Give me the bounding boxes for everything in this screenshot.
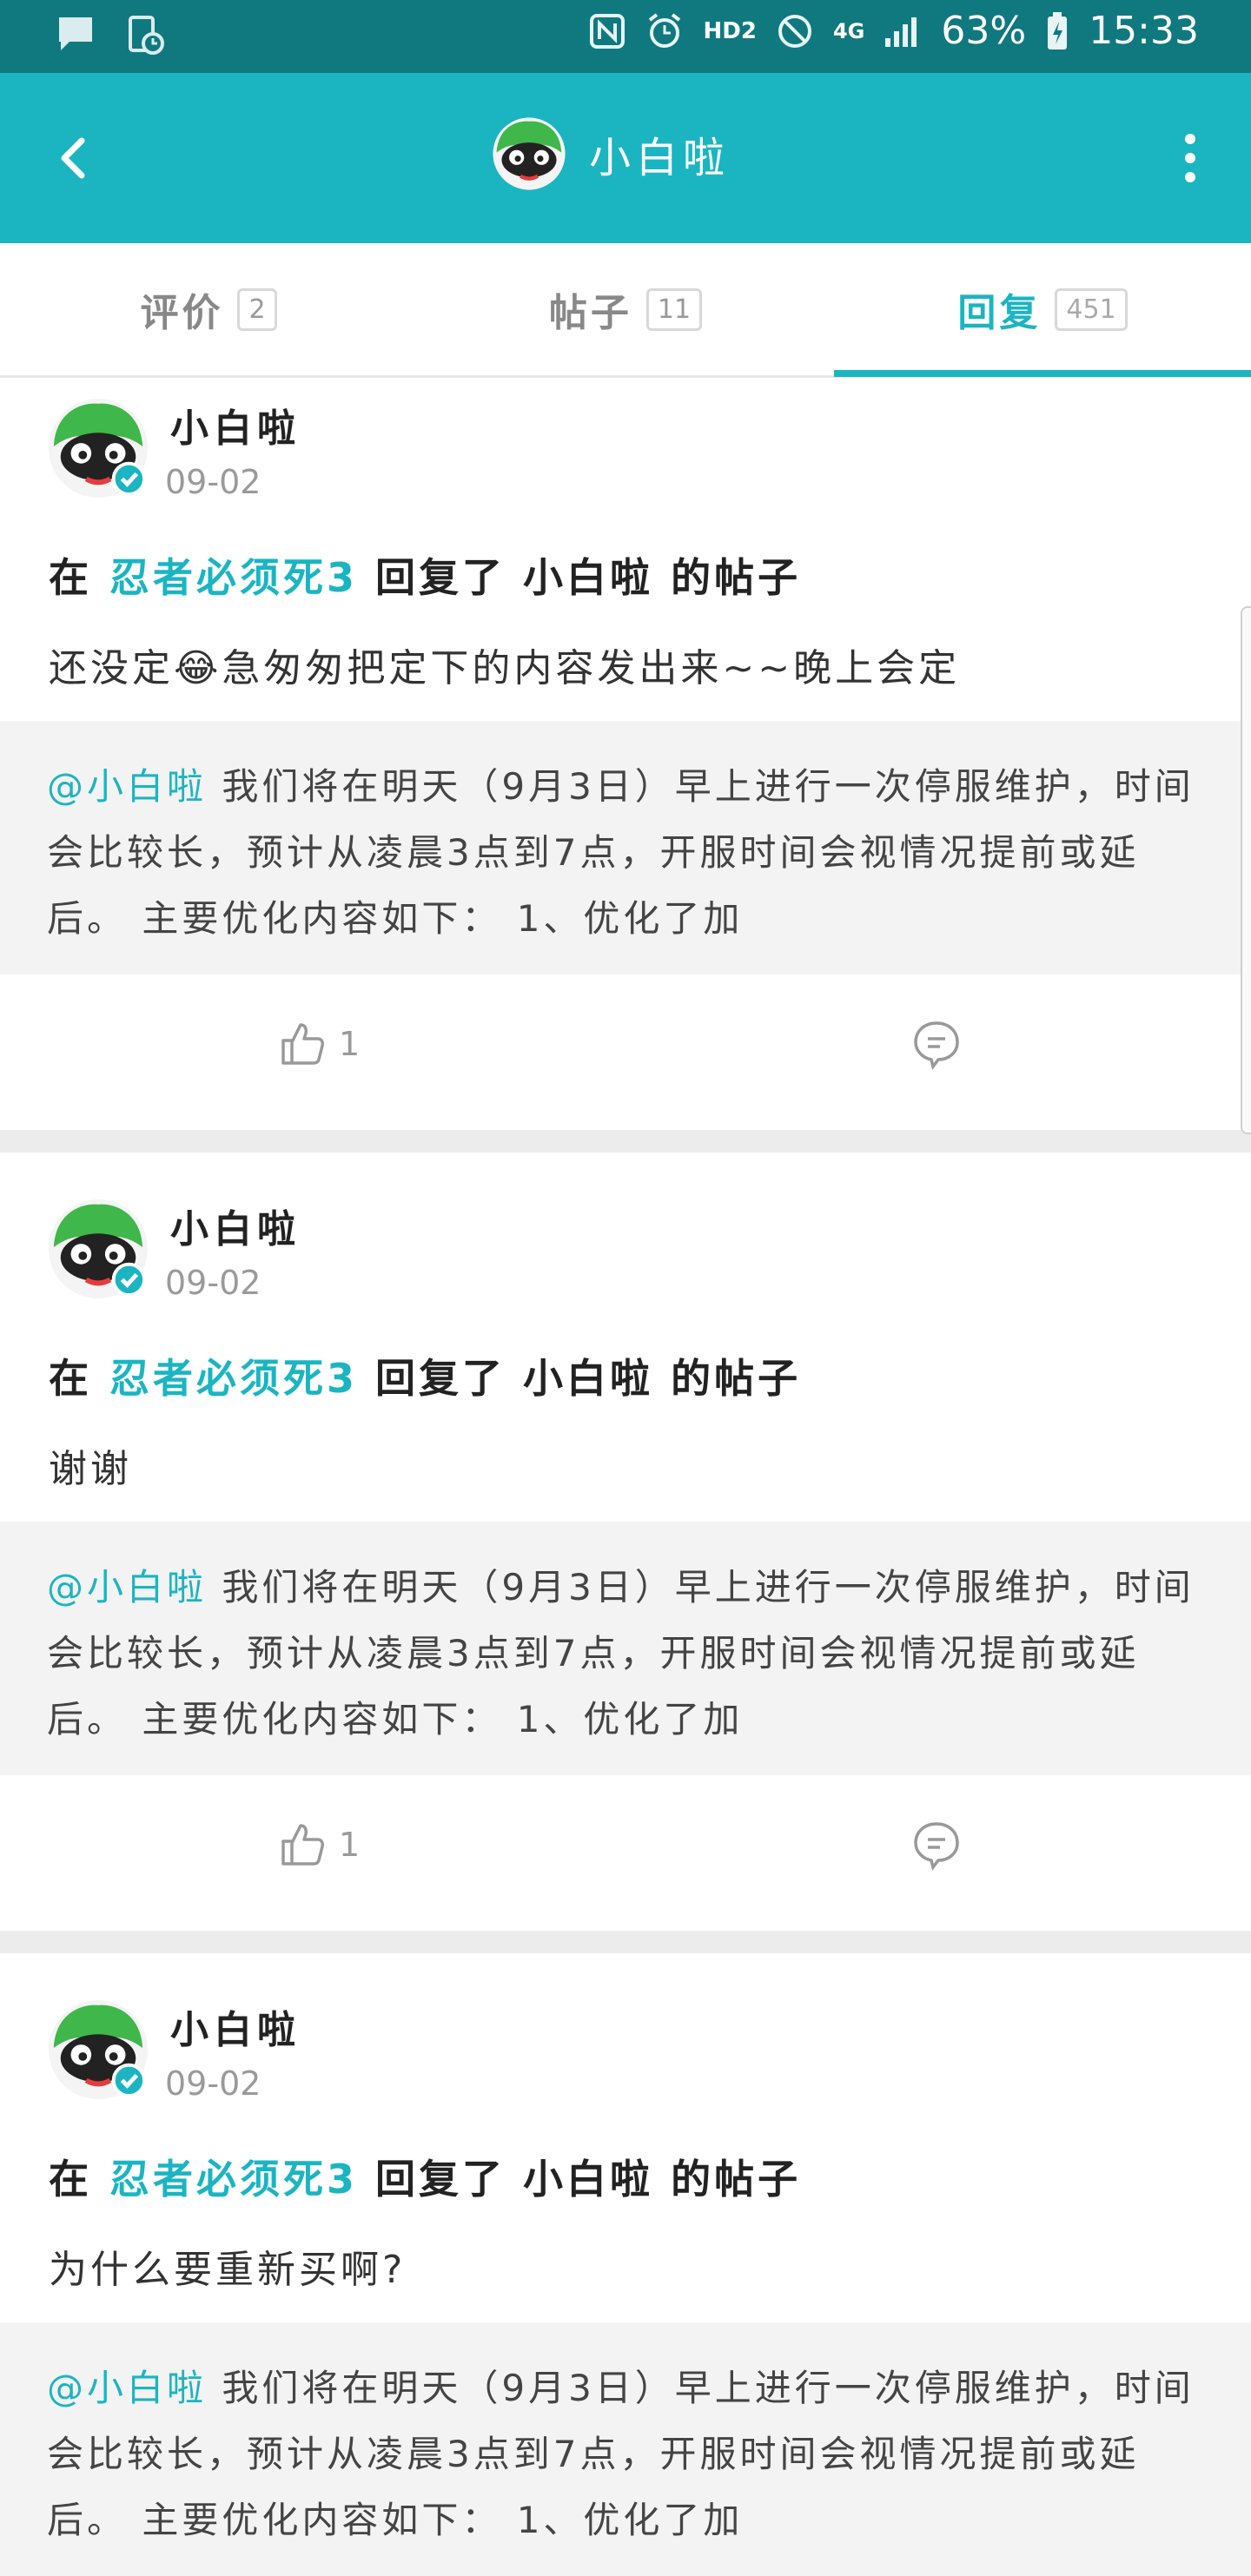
battery-percent: 63% bbox=[941, 9, 1027, 53]
game-link[interactable]: 忍者必须死3 bbox=[109, 1355, 358, 1402]
reply-headline: 在 忍者必须死3 回复了 小白啦 的帖子 bbox=[49, 1347, 801, 1404]
network-type: 4G bbox=[832, 18, 865, 43]
back-arrow-icon[interactable] bbox=[42, 123, 111, 193]
quoted-text: @小白啦 我们将在明天（9月3日）早上进行一次停服维护，时间会比较长，预计从凌晨… bbox=[47, 754, 1202, 952]
card-divider bbox=[0, 1130, 1251, 1153]
user-avatar bbox=[493, 117, 566, 190]
tab-count-badge: 2 bbox=[237, 287, 277, 331]
tab-label: 帖子 bbox=[548, 291, 632, 335]
profile-header: 小白啦 bbox=[492, 116, 730, 191]
headline-suffix: 回复了 小白啦 的帖子 bbox=[375, 1355, 802, 1402]
hd-voice-indicator: HD2 bbox=[703, 17, 757, 44]
quote-body: 我们将在明天（9月3日）早上进行一次停服维护，时间会比较长，预计从凌晨3点到7点… bbox=[47, 765, 1195, 940]
thumbs-up-icon bbox=[281, 1023, 324, 1065]
notification-icons bbox=[56, 14, 165, 56]
quote-body: 我们将在明天（9月3日）早上进行一次停服维护，时间会比较长，预计从凌晨3点到7点… bbox=[47, 1566, 1195, 1740]
tab-bar: 评价 2 帖子 11 回复 451 bbox=[0, 243, 1251, 378]
do-not-disturb-icon bbox=[778, 14, 811, 48]
reply-card[interactable]: 小白啦 09-02 在 忍者必须死3 回复了 小白啦 的帖子 谢谢 @小白啦 我… bbox=[0, 1153, 1251, 1931]
message-notification-icon bbox=[59, 17, 92, 50]
card-divider bbox=[0, 1931, 1251, 1953]
app-bar: 小白啦 bbox=[0, 73, 1251, 243]
like-button[interactable]: 1 bbox=[278, 1820, 360, 1869]
reply-card[interactable]: 小白啦 09-02 在 忍者必须死3 回复了 小白啦 的帖子 为什么要重新买啊?… bbox=[0, 1953, 1251, 2576]
tab-replies[interactable]: 回复 451 bbox=[834, 243, 1251, 375]
like-count: 1 bbox=[339, 1025, 361, 1063]
more-options-icon[interactable] bbox=[1164, 123, 1216, 193]
game-link[interactable]: 忍者必须死3 bbox=[109, 2156, 358, 2203]
clock: 15:33 bbox=[1089, 9, 1199, 53]
mention-link[interactable]: @小白啦 bbox=[47, 765, 207, 808]
quoted-post[interactable]: @小白啦 我们将在明天（9月3日）早上进行一次停服维护，时间会比较长，预计从凌晨… bbox=[0, 721, 1251, 974]
author-name[interactable]: 小白啦 bbox=[170, 1198, 301, 1253]
post-date: 09-02 bbox=[165, 2064, 261, 2103]
quoted-post[interactable]: @小白啦 我们将在明天（9月3日）早上进行一次停服维护，时间会比较长，预计从凌晨… bbox=[0, 2322, 1251, 2576]
battery-charging-icon bbox=[1048, 11, 1068, 50]
page-title: 小白啦 bbox=[589, 134, 731, 182]
scrollbar[interactable] bbox=[1241, 606, 1251, 1134]
reply-content: 还没定😂急匆匆把定下的内容发出来~~晚上会定 bbox=[49, 646, 961, 690]
tab-label: 评价 bbox=[140, 291, 224, 335]
action-bar: 1 bbox=[0, 1775, 1251, 1930]
quoted-text: @小白啦 我们将在明天（9月3日）早上进行一次停服维护，时间会比较长，预计从凌晨… bbox=[47, 2355, 1202, 2553]
headline-prefix: 在 bbox=[49, 554, 92, 601]
nfc-icon bbox=[589, 13, 625, 49]
screen-timer-icon bbox=[129, 16, 164, 55]
comment-icon[interactable] bbox=[910, 1018, 963, 1070]
status-bar: HD2 4G 63% 15:33 bbox=[0, 0, 1251, 73]
author-name[interactable]: 小白啦 bbox=[170, 1998, 301, 2054]
mention-link[interactable]: @小白啦 bbox=[47, 2367, 207, 2409]
mention-link[interactable]: @小白啦 bbox=[47, 1566, 207, 1608]
quoted-post[interactable]: @小白啦 我们将在明天（9月3日）早上进行一次停服维护，时间会比较长，预计从凌晨… bbox=[0, 1522, 1251, 1775]
headline-prefix: 在 bbox=[49, 2156, 92, 2203]
tab-count-badge: 451 bbox=[1055, 287, 1128, 331]
reply-headline: 在 忍者必须死3 回复了 小白啦 的帖子 bbox=[49, 2148, 801, 2205]
tab-posts[interactable]: 帖子 11 bbox=[417, 243, 834, 375]
author-avatar[interactable] bbox=[47, 1998, 149, 2101]
thumbs-up-icon bbox=[281, 1824, 324, 1866]
post-date: 09-02 bbox=[165, 1264, 261, 1302]
quoted-text: @小白啦 我们将在明天（9月3日）早上进行一次停服维护，时间会比较长，预计从凌晨… bbox=[47, 1555, 1202, 1753]
alarm-icon bbox=[648, 12, 680, 48]
active-tab-indicator bbox=[834, 370, 1251, 377]
tab-label: 回复 bbox=[957, 291, 1042, 335]
game-link[interactable]: 忍者必须死3 bbox=[109, 554, 358, 601]
tab-reviews[interactable]: 评价 2 bbox=[0, 243, 417, 375]
headline-suffix: 回复了 小白啦 的帖子 bbox=[375, 554, 802, 601]
author-name[interactable]: 小白啦 bbox=[170, 397, 301, 452]
post-date: 09-02 bbox=[165, 463, 261, 501]
tab-count-badge: 11 bbox=[645, 287, 703, 331]
like-button[interactable]: 1 bbox=[278, 1020, 360, 1068]
system-indicators: HD2 4G 63% 15:33 bbox=[589, 9, 1199, 53]
reply-content: 谢谢 bbox=[49, 1447, 132, 1491]
headline-suffix: 回复了 小白啦 的帖子 bbox=[375, 2156, 802, 2203]
quote-body: 我们将在明天（9月3日）早上进行一次停服维护，时间会比较长，预计从凌晨3点到7点… bbox=[47, 2367, 1195, 2541]
author-avatar[interactable] bbox=[47, 397, 149, 499]
reply-content: 为什么要重新买啊? bbox=[49, 2248, 407, 2292]
like-count: 1 bbox=[339, 1826, 361, 1864]
author-avatar[interactable] bbox=[47, 1198, 149, 1300]
comment-icon[interactable] bbox=[910, 1819, 963, 1871]
reply-card[interactable]: 小白啦 09-02 在 忍者必须死3 回复了 小白啦 的帖子 还没定😂急匆匆把定… bbox=[0, 378, 1251, 1130]
action-bar: 1 bbox=[0, 974, 1251, 1129]
reply-headline: 在 忍者必须死3 回复了 小白啦 的帖子 bbox=[49, 546, 801, 604]
headline-prefix: 在 bbox=[49, 1355, 92, 1402]
signal-icon bbox=[885, 17, 917, 47]
